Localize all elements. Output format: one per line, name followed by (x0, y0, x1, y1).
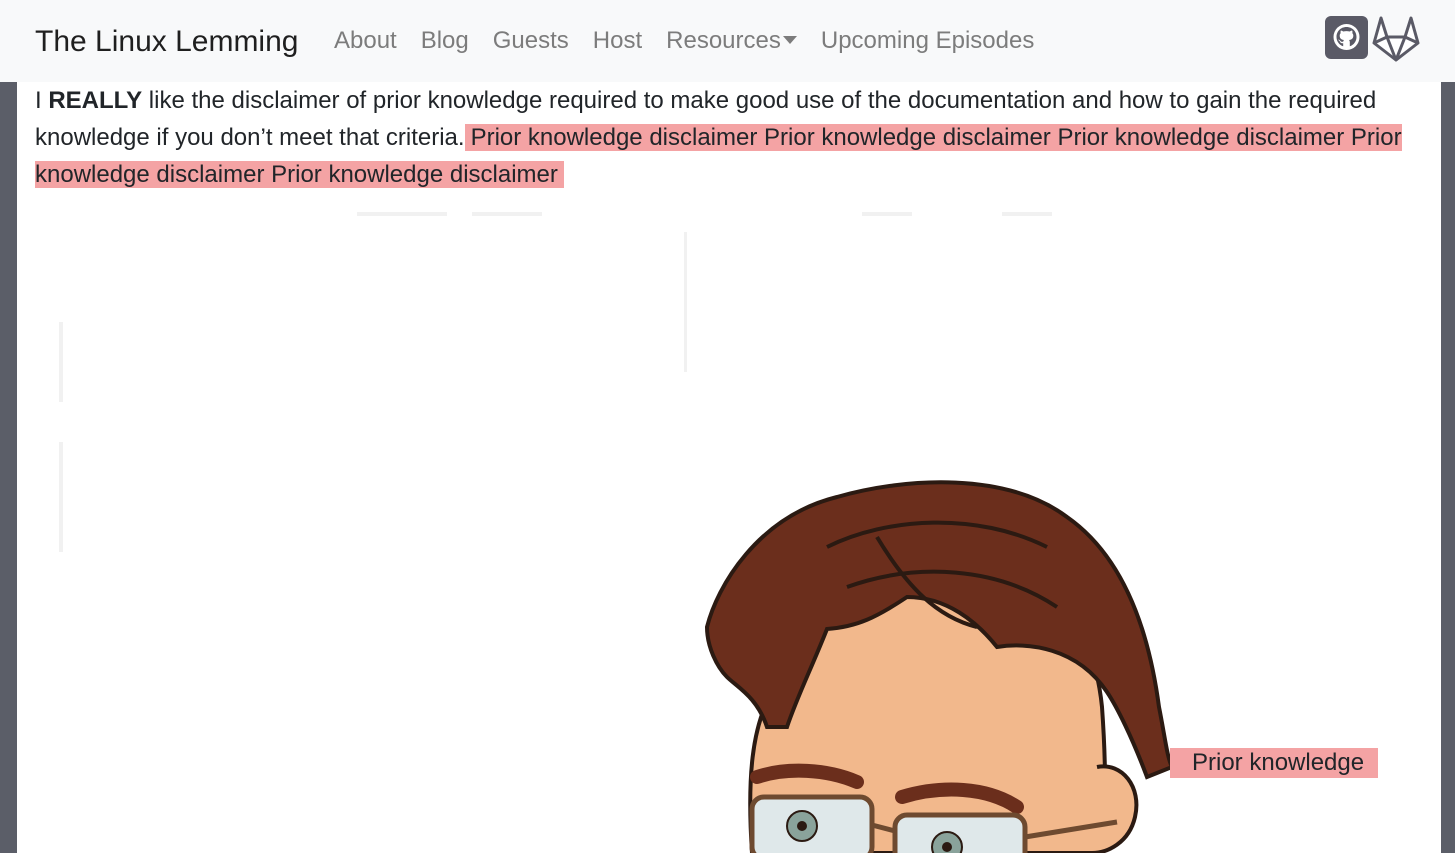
top-navbar: The Linux Lemming About Blog Guests Host… (0, 0, 1455, 82)
image-artifact (862, 212, 912, 216)
image-artifact (59, 442, 63, 552)
image-artifact (59, 322, 63, 402)
github-icon (1325, 16, 1368, 59)
nav-resources-label: Resources (666, 27, 781, 54)
host-avatar-cartoon (704, 480, 1175, 853)
image-artifact (1002, 212, 1052, 216)
gitlab-link[interactable] (1371, 16, 1421, 67)
article-paragraph: I REALLY like the disclaimer of prior kn… (35, 82, 1425, 193)
brand-link[interactable]: The Linux Lemming (35, 24, 298, 60)
nav-upcoming-episodes[interactable]: Upcoming Episodes (809, 26, 1046, 56)
nav-links: About Blog Guests Host Resources Upcomin… (322, 26, 1046, 56)
image-artifact (472, 212, 542, 216)
side-highlight-label: Prior knowledge (1170, 748, 1379, 778)
image-artifact (357, 212, 447, 216)
paragraph-lead: I (35, 87, 49, 114)
main-content: I REALLY like the disclaimer of prior kn… (17, 82, 1441, 853)
chevron-down-icon (782, 36, 797, 44)
nav-resources-dropdown[interactable]: Resources (654, 26, 809, 56)
nav-about[interactable]: About (322, 26, 409, 56)
gitlab-icon (1372, 16, 1420, 62)
image-artifact (684, 232, 687, 372)
paragraph-emphasis: REALLY (48, 87, 143, 114)
nav-blog[interactable]: Blog (409, 26, 481, 56)
nav-guests[interactable]: Guests (481, 26, 581, 56)
github-link[interactable] (1325, 16, 1368, 64)
nav-host[interactable]: Host (581, 26, 654, 56)
